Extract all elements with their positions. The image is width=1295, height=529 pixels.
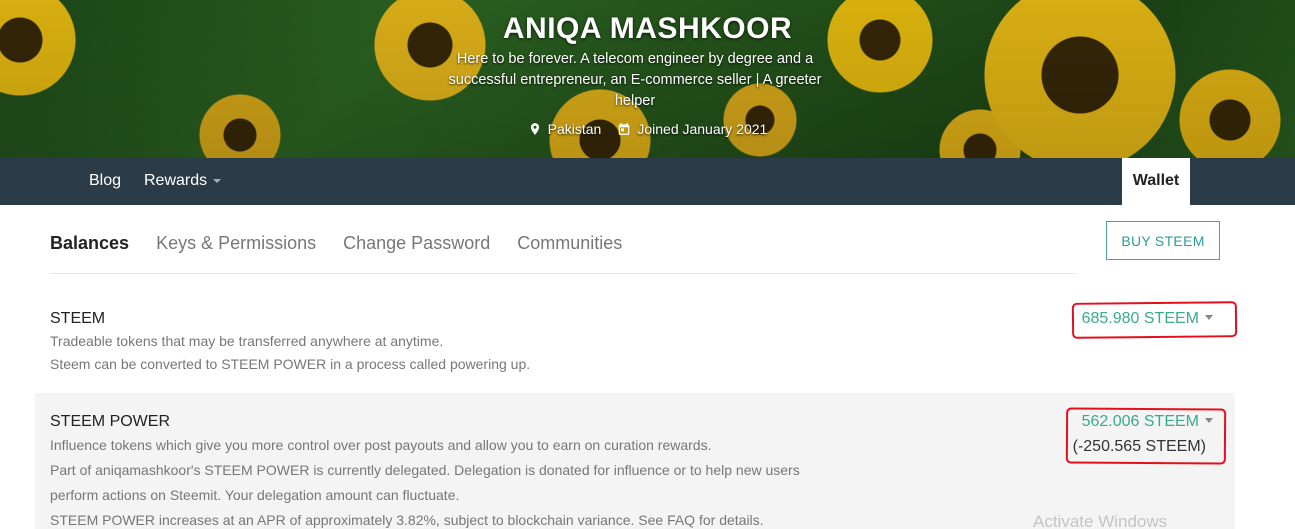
steem-power-desc-line-1: Influence tokens which give you more con… xyxy=(50,437,712,453)
profile-banner: ANIQA MASHKOOR Here to be forever. A tel… xyxy=(0,0,1295,158)
nav-rewards[interactable]: Rewards xyxy=(144,158,222,205)
profile-nav: Blog Rewards Wallet xyxy=(0,158,1295,205)
steem-desc-line-1: Tradeable tokens that may be transferred… xyxy=(50,333,444,349)
steem-power-amount: 562.006 STEEM xyxy=(1081,413,1199,430)
caret-down-icon xyxy=(1205,315,1213,320)
location-pin-icon xyxy=(530,123,539,135)
steem-amount-dropdown[interactable]: 685.980 STEEM xyxy=(1082,310,1213,328)
caret-down-icon xyxy=(213,178,222,183)
steem-power-amount-dropdown[interactable]: 562.006 STEEM xyxy=(1082,413,1213,431)
wallet-tabs: Balances Keys & Permissions Change Passw… xyxy=(50,233,649,254)
tabs-divider xyxy=(50,273,1076,274)
steem-power-title: STEEM POWER xyxy=(50,413,171,430)
steem-power-desc-line-3: STEEM POWER increases at an APR of appro… xyxy=(50,512,764,528)
location-text: Pakistan xyxy=(547,121,602,137)
nav-blog[interactable]: Blog xyxy=(89,158,121,205)
joined-text: Joined January 2021 xyxy=(637,121,768,137)
nav-wallet[interactable]: Wallet xyxy=(1122,158,1190,205)
steem-desc-line-2: Steem can be converted to STEEM POWER in… xyxy=(50,356,531,372)
steem-description: Tradeable tokens that may be transferred… xyxy=(50,330,810,376)
profile-meta: Pakistan Joined January 2021 xyxy=(0,121,1295,137)
caret-down-icon xyxy=(1205,418,1213,423)
profile-location: Pakistan xyxy=(528,121,602,137)
calendar-icon xyxy=(619,123,630,135)
steem-power-desc-line-2: Part of aniqamashkoor's STEEM POWER is c… xyxy=(50,462,800,503)
delegated-amount: (-250.565 STEEM) xyxy=(1072,438,1206,455)
tab-balances[interactable]: Balances xyxy=(50,233,129,254)
steem-title: STEEM xyxy=(50,310,106,327)
profile-joined: Joined January 2021 xyxy=(617,121,767,137)
activate-windows-watermark: Activate Windows xyxy=(1033,512,1168,529)
tab-communities[interactable]: Communities xyxy=(517,233,622,254)
nav-rewards-label: Rewards xyxy=(144,172,208,189)
profile-name: ANIQA MASHKOOR xyxy=(502,12,793,45)
profile-about: Here to be forever. A telecom engineer b… xyxy=(448,51,822,109)
tab-keys-permissions[interactable]: Keys & Permissions xyxy=(156,233,316,254)
balance-row-steem: STEEM Tradeable tokens that may be trans… xyxy=(35,301,1235,393)
wallet-panel: Balances Keys & Permissions Change Passw… xyxy=(0,205,1295,529)
balance-row-steem-power: STEEM POWER Influence tokens which give … xyxy=(35,393,1235,529)
steem-power-description: Influence tokens which give you more con… xyxy=(50,433,810,529)
buy-steem-button[interactable]: BUY STEEM xyxy=(1106,221,1220,260)
steem-amount: 685.980 STEEM xyxy=(1081,310,1199,327)
tab-change-password[interactable]: Change Password xyxy=(343,233,490,254)
